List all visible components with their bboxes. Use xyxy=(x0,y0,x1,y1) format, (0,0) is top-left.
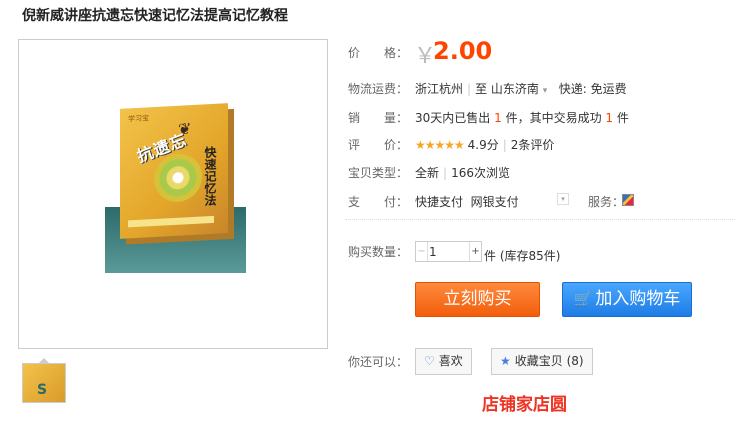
like-label: 喜欢 xyxy=(438,354,463,368)
sales-prefix: 30天内已售出 xyxy=(415,111,491,125)
box-subtitle: 快速记忆法 xyxy=(203,145,217,207)
condition: 全新 xyxy=(415,166,440,180)
shipping-fee: 快递: 免运费 xyxy=(558,82,627,96)
partial-banner-text: 店铺家店圆 xyxy=(482,395,567,415)
favorite-label: 收藏宝贝 (8) xyxy=(514,354,584,368)
cart-icon: 🛒 xyxy=(573,290,593,308)
service-guarantee-icon[interactable] xyxy=(622,194,634,206)
shipping-label: 物流运费： xyxy=(348,82,409,96)
service-label: 服务： xyxy=(588,195,625,209)
review-count-link[interactable]: 2条评价 xyxy=(511,138,555,152)
product-box-image: 学习宝 ❦ 抗遗忘 快速记忆法 xyxy=(120,103,228,239)
sales-count: 1 xyxy=(494,111,502,125)
shipping-destination[interactable]: 山东济南 xyxy=(491,82,539,96)
section-divider xyxy=(345,219,735,220)
quantity-input[interactable] xyxy=(429,243,469,260)
payment-method-quick[interactable]: 快捷支付 xyxy=(415,195,463,209)
sales-middle: 件，其中交易成功 xyxy=(505,111,602,125)
box-logo: 学习宝 xyxy=(128,114,149,124)
favorite-button[interactable]: ★ 收藏宝贝 (8) xyxy=(491,348,593,375)
payment-method-bank[interactable]: 网银支付 xyxy=(471,195,519,209)
stock-info: 件 (库存85件) xyxy=(484,249,561,263)
product-main-image[interactable]: 学习宝 ❦ 抗遗忘 快速记忆法 xyxy=(18,39,328,349)
quantity-increase-button[interactable]: + xyxy=(469,242,481,261)
quantity-label: 购买数量： xyxy=(348,245,409,259)
rating-score: 4.9分 xyxy=(467,138,499,152)
add-to-cart-button[interactable]: 🛒 加入购物车 xyxy=(562,282,692,317)
payment-expand-icon[interactable]: ▾ xyxy=(557,193,569,205)
star-icon: ★ xyxy=(500,354,511,368)
shipping-from: 浙江杭州 xyxy=(415,82,464,96)
sales-unit: 件 xyxy=(616,111,629,125)
box-strip xyxy=(128,215,214,228)
type-info: 全新 | 166次浏览 xyxy=(415,166,510,180)
like-button[interactable]: ♡ 喜欢 xyxy=(415,348,472,375)
buy-now-button[interactable]: 立刻购买 xyxy=(415,282,540,317)
type-label: 宝贝类型： xyxy=(348,166,409,180)
disc-graphic xyxy=(154,152,202,204)
heart-icon: ♡ xyxy=(424,354,435,368)
shipping-info: 浙江杭州 | 至 山东济南 ▾ 快递: 免运费 xyxy=(415,82,627,96)
rating-info: ★★★★★ 4.9分 | 2条评价 xyxy=(415,138,555,152)
payment-methods: 快捷支付 网银支付 xyxy=(415,193,519,210)
sales-info: 30天内已售出 1 件，其中交易成功 1 件 xyxy=(415,109,629,126)
quantity-decrease-button[interactable]: − xyxy=(416,242,428,261)
also-label: 你还可以： xyxy=(348,355,409,369)
sales-label: 销 量： xyxy=(348,111,409,125)
chevron-down-icon[interactable]: ▾ xyxy=(543,86,548,96)
shipping-to-prefix: 至 xyxy=(475,82,488,96)
rating-label: 评 价： xyxy=(348,138,409,152)
rating-stars-icon: ★★★★★ xyxy=(415,138,465,152)
product-title: 倪新威讲座抗遗忘快速记忆法提高记忆教程 xyxy=(22,8,288,24)
thumbnail-image[interactable]: S xyxy=(22,363,66,403)
price-amount: 2.00 xyxy=(433,37,493,65)
sales-success-count: 1 xyxy=(605,111,614,125)
add-to-cart-label: 加入购物车 xyxy=(595,289,681,309)
thumbnail-letter: S xyxy=(37,382,48,398)
quantity-stepper[interactable]: − + xyxy=(415,241,482,262)
view-count: 166次浏览 xyxy=(451,166,510,180)
payment-label: 支 付： xyxy=(348,195,409,209)
price-label: 价 格： xyxy=(348,46,409,60)
